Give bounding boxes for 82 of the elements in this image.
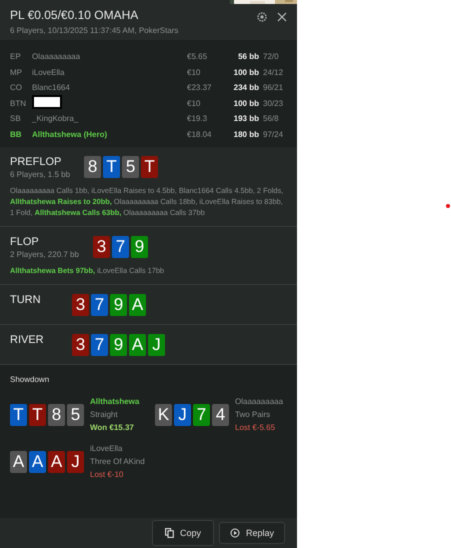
player-name: Olaaaaaaaaa: [32, 52, 80, 62]
stack-amount: €5.65: [187, 52, 208, 62]
street-name: RIVER: [10, 334, 45, 346]
playing-card: T: [103, 156, 120, 178]
stack-amount: €23.37: [187, 83, 212, 92]
position-label: EP: [10, 52, 22, 62]
playing-card: T: [141, 156, 158, 178]
player-stats: 72/0: [263, 52, 280, 62]
playing-card: A: [29, 450, 46, 472]
player-name: iLoveElla: [32, 68, 64, 77]
stack-bb: 100 bb: [232, 98, 259, 108]
playing-card: K: [155, 404, 172, 426]
player-name: Olaaaaaaaaa: [235, 396, 284, 407]
playing-card: 9: [130, 236, 148, 258]
player-stats: 24/12: [263, 68, 284, 77]
playing-card: A: [10, 450, 27, 472]
result-amount: Lost €-10: [90, 469, 124, 480]
stack-amount: €18.04: [187, 130, 212, 139]
hand-title: PL €0.05/€0.10 OMAHA: [10, 8, 140, 22]
playing-card: 8: [84, 156, 102, 178]
playing-card: T: [29, 404, 46, 426]
playing-card: A: [129, 294, 146, 316]
street-info: 6 Players, 1.5 bb: [10, 170, 70, 179]
player-name: Allthatshewa (Hero): [32, 130, 108, 139]
replay-button[interactable]: Replay: [218, 522, 285, 544]
position-label: MP: [10, 68, 23, 77]
replay-icon: [230, 528, 240, 538]
stack-bb: 234 bb: [232, 83, 259, 92]
playing-card: J: [174, 404, 191, 426]
copy-button[interactable]: Copy: [152, 520, 214, 546]
playing-card: J: [148, 334, 165, 356]
close-icon[interactable]: [277, 12, 287, 22]
stack-bb: 193 bb: [232, 114, 259, 124]
playing-card: 7: [193, 404, 210, 426]
position-label: SB: [10, 114, 22, 124]
street-name: PREFLOP: [10, 156, 62, 168]
stack-amount: €10: [187, 98, 202, 108]
result-amount: Lost €-5.65: [235, 422, 276, 433]
position-label: BB: [10, 130, 23, 139]
settings-icon[interactable]: [257, 12, 267, 22]
playing-card: T: [10, 404, 27, 426]
playing-card: 9: [110, 294, 127, 316]
player-stats: 96/21: [263, 83, 284, 92]
player-stats: 97/24: [263, 130, 284, 139]
stack-bb: 100 bb: [232, 68, 259, 77]
stack-bb: 56 bb: [237, 52, 259, 62]
playing-card: J: [67, 450, 84, 472]
stack-amount: €10: [187, 68, 202, 77]
player-name: _KingKobra_: [32, 114, 78, 124]
street-info: 2 Players, 220.7 bb: [10, 250, 79, 259]
showdown-title: Showdown: [10, 375, 50, 384]
stack-amount: €19.3: [187, 114, 208, 124]
playing-card: 4: [212, 404, 229, 426]
playing-card: 3: [92, 236, 110, 258]
playing-card: 5: [67, 404, 84, 426]
hand-rank: Three Of AKind: [90, 456, 146, 467]
hand-rank: Straight: [90, 409, 119, 420]
playing-card: 8: [48, 404, 65, 426]
position-label: CO: [10, 83, 23, 92]
playing-card: 7: [91, 294, 108, 316]
copy-icon: [164, 528, 174, 538]
player-name: Blanc1664: [32, 83, 70, 92]
playing-card: 3: [72, 334, 89, 356]
player-name: iLoveElla: [90, 443, 124, 454]
hand-subtitle: 6 Players, 10/13/2025 11:37:45 AM, PokerStars: [10, 26, 180, 35]
player-name: Allthatshewa: [90, 396, 140, 407]
marker-dot: [446, 204, 450, 208]
stack-bb: 180 bb: [232, 130, 259, 139]
playing-card: A: [129, 334, 146, 356]
playing-card: 5: [122, 156, 140, 178]
playing-card: 3: [72, 294, 89, 316]
street-name: TURN: [10, 294, 42, 306]
playing-card: 7: [112, 236, 129, 258]
position-label: BTN: [10, 98, 27, 108]
player-stats: 30/23: [263, 98, 284, 108]
result-amount: Won €15.37: [90, 422, 135, 433]
street-name: FLOP: [10, 236, 40, 248]
playing-card: 9: [110, 334, 127, 356]
playing-card: A: [48, 450, 65, 472]
hand-rank: Two Pairs: [235, 409, 272, 420]
player-stats: 56/8: [263, 114, 280, 124]
playing-card: 7: [91, 334, 108, 356]
